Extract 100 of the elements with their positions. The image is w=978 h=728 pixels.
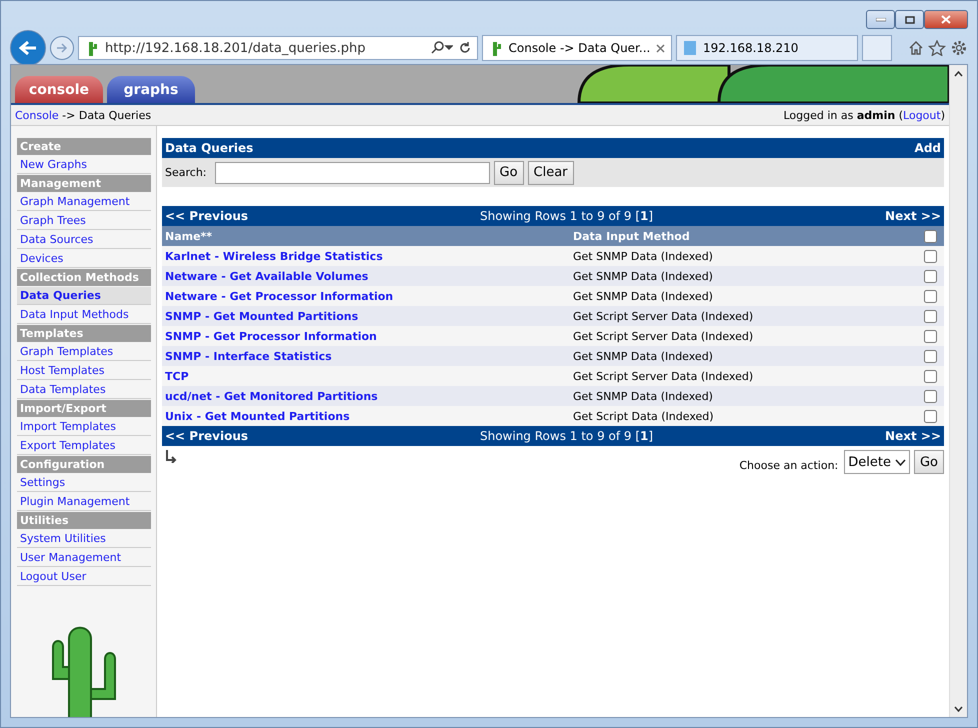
next-link[interactable]: Next >> [885,209,941,223]
query-link[interactable]: SNMP - Interface Statistics [165,350,573,362]
menu-item[interactable]: Export Templates [17,437,151,455]
close-icon [941,15,951,24]
browser-tab[interactable]: 192.168.18.210 [676,35,858,61]
scroll-down-icon[interactable] [954,706,963,712]
scroll-up-icon[interactable] [954,70,963,76]
tab-title: Console -> Data Quer... [508,41,650,55]
star-icon[interactable] [928,40,946,56]
logout-link[interactable]: Logout [903,108,941,122]
action-label: Choose an action: [739,458,838,472]
menu-item[interactable]: System Utilities [17,530,151,548]
select-all-checkbox[interactable] [924,230,937,242]
query-link[interactable]: TCP [165,370,573,382]
row-checkbox[interactable] [924,290,937,302]
row-checkbox[interactable] [924,310,937,322]
back-button[interactable] [10,30,46,66]
login-paren: ) [940,108,945,122]
column-header[interactable]: Name** [165,230,573,242]
table-cell-text: Get SNMP Data (Indexed) [573,270,714,282]
table-cell-text: Get Script Server Data (Indexed) [573,310,754,322]
address-bar[interactable]: http://192.168.18.201/data_queries.php [78,36,478,60]
query-link[interactable]: SNMP - Get Mounted Partitions [165,310,573,322]
menu-heading: Templates [17,325,151,342]
minimize-icon [876,18,886,22]
settings-icon[interactable] [950,39,968,57]
go-button[interactable]: Go [494,160,524,184]
restore-icon [904,16,914,24]
restore-button[interactable] [895,10,924,29]
menu-heading: Create [17,138,151,155]
table-cell-text: Get Script Server Data (Indexed) [573,370,754,382]
query-link[interactable]: Netware - Get Processor Information [165,290,573,302]
nav-tab[interactable]: console [15,76,103,103]
table-cell-text: Get SNMP Data (Indexed) [573,350,714,362]
menu-item[interactable]: User Management [17,549,151,567]
next-link[interactable]: Next >> [885,429,941,443]
row-checkbox[interactable] [924,350,937,362]
browser-tab[interactable]: Console -> Data Quer... [482,35,672,61]
query-link[interactable]: Unix - Get Mounted Partitions [165,410,573,422]
table-cell-text: Get SNMP Data (Indexed) [573,390,714,402]
table-cell-text: Get Script Server Data (Indexed) [573,330,754,342]
menu-heading: Configuration [17,456,151,473]
home-icon[interactable] [908,40,924,56]
menu-item[interactable]: Graph Management [17,193,151,211]
menu-item[interactable]: Data Queries [17,287,151,305]
breadcrumb-text: -> Data Queries [62,108,152,122]
query-link[interactable]: ucd/net - Get Monitored Partitions [165,390,573,402]
previous-link[interactable]: << Previous [165,429,248,443]
search-field[interactable] [214,162,490,184]
nav-tab[interactable]: graphs [107,76,195,103]
menu-item[interactable]: Data Sources [17,231,151,249]
menu-heading: Management [17,175,151,192]
row-checkbox[interactable] [924,330,937,342]
refresh-icon[interactable] [459,42,471,54]
tab-title: 192.168.18.210 [703,41,800,55]
menu-item[interactable]: Graph Trees [17,212,151,230]
forward-arrow-icon [56,43,68,53]
menu-item[interactable]: Graph Templates [17,343,151,361]
menu-heading: Import/Export [17,400,151,417]
action-go-button[interactable]: Go [914,450,944,474]
menu-item[interactable]: Import Templates [17,418,151,436]
row-checkbox[interactable] [924,270,937,282]
menu-item[interactable]: Logout User [17,568,151,586]
row-checkbox[interactable] [924,250,937,262]
row-checkbox[interactable] [924,370,937,382]
query-link[interactable]: Karlnet - Wireless Bridge Statistics [165,250,573,262]
panel-title: Data Queries [165,141,254,155]
breadcrumb-link[interactable]: Console [15,108,59,122]
search-icon[interactable] [431,41,453,55]
menu-item[interactable]: New Graphs [17,156,151,174]
previous-link[interactable]: << Previous [165,209,248,223]
menu-item[interactable]: Data Input Methods [17,306,151,324]
menu-item[interactable]: Devices [17,250,151,268]
clear-button[interactable]: Clear [528,160,574,184]
menu-item[interactable]: Settings [17,474,151,492]
menu-item[interactable]: Plugin Management [17,493,151,511]
action-dropdown[interactable]: Delete [844,450,910,474]
scrollbar[interactable] [949,65,967,717]
minimize-button[interactable] [866,10,895,29]
menu-item[interactable]: Host Templates [17,362,151,380]
close-button[interactable] [924,10,968,29]
menu-heading: Collection Methods [17,269,151,286]
arrow-icon [165,450,177,463]
search-label: Search: [165,166,206,179]
column-header[interactable]: Data Input Method [573,230,924,242]
page-icon [683,40,697,56]
back-arrow-icon [19,40,37,56]
rows-info: Showing Rows 1 to 9 of 9 [1] [480,429,654,443]
row-checkbox[interactable] [924,390,937,402]
row-checkbox[interactable] [924,410,937,422]
query-link[interactable]: Netware - Get Available Volumes [165,270,573,282]
forward-button[interactable] [50,36,74,60]
address-text: http://192.168.18.201/data_queries.php [105,40,366,56]
rows-info: Showing Rows 1 to 9 of 9 [1] [480,209,654,223]
query-link[interactable]: SNMP - Get Processor Information [165,330,573,342]
table-cell-text: Get SNMP Data (Indexed) [573,290,714,302]
menu-item[interactable]: Data Templates [17,381,151,399]
close-icon[interactable] [656,44,665,52]
add-link[interactable]: Add [914,141,941,155]
login-text: Logged in as admin ( [783,108,904,122]
